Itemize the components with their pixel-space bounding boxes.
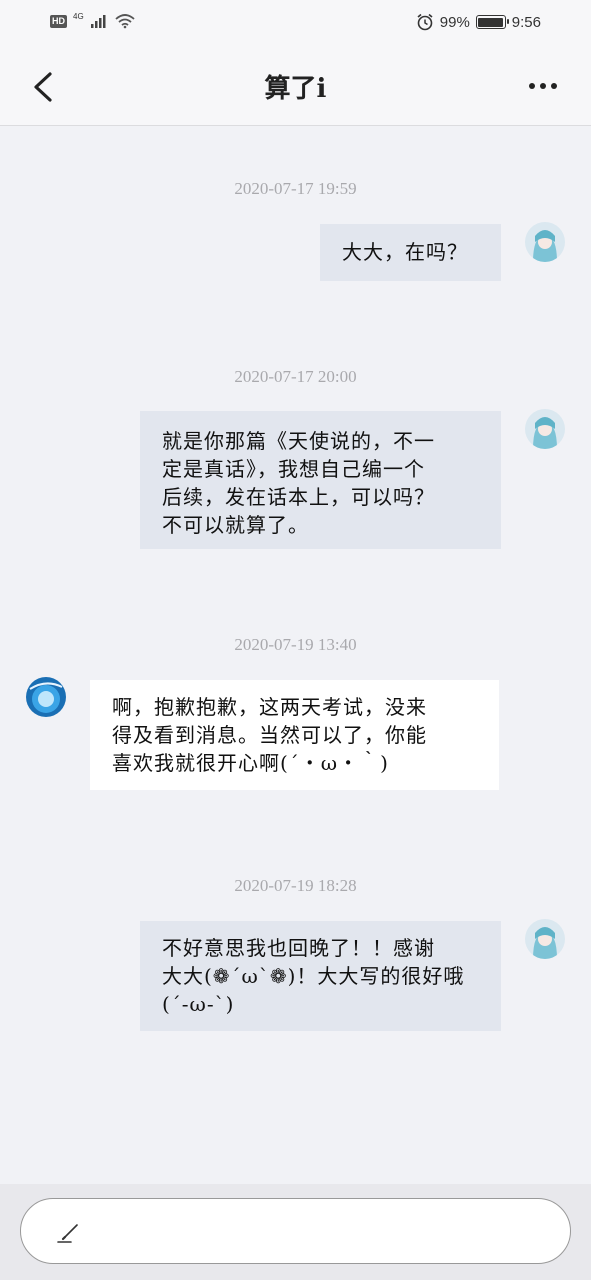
network-type: 4G — [73, 11, 84, 21]
battery-fill — [478, 17, 504, 27]
user-avatar[interactable] — [525, 222, 565, 262]
pen-icon — [57, 1224, 78, 1243]
alarm-clock-icon — [417, 13, 433, 31]
battery-icon — [475, 15, 509, 29]
clock-time: 9:56 — [511, 13, 541, 31]
status-left: HD 4G — [50, 11, 136, 29]
hd-badge: HD — [50, 14, 67, 28]
chat-header: 算了i — [0, 46, 591, 126]
message-input[interactable] — [20, 1198, 571, 1264]
message-bubble-outgoing[interactable]: 大大，在吗？ — [320, 224, 501, 281]
message-bubble-outgoing[interactable]: 不好意思我也回晚了！！感谢 大大(❁´ω`❁)！大大写的很好哦 (´-ω-`) — [140, 921, 501, 1031]
message-bubble-outgoing[interactable]: 就是你那篇《天使说的，不一 定是真话》，我想自己编一个 后续，发在话本上，可以吗… — [140, 411, 501, 549]
page-title: 算了i — [264, 74, 327, 104]
user-avatar[interactable] — [525, 919, 565, 959]
status-right: 99% 9:56 — [416, 13, 541, 31]
status-bar: HD 4G 99% 9:56 — [0, 0, 591, 46]
composer-bar — [0, 1184, 591, 1280]
message-bubble-incoming[interactable]: 啊，抱歉抱歉，这两天考试，没来 得及看到消息。当然可以了，你能 喜欢我就很开心啊… — [90, 680, 499, 790]
user-avatar[interactable] — [525, 409, 565, 449]
signal-icon — [90, 15, 106, 28]
message-timestamp: 2020-07-17 19:59 — [234, 179, 357, 198]
more-dots-icon[interactable] — [527, 76, 561, 96]
battery-percent: 99% — [439, 13, 470, 31]
message-timestamp: 2020-07-19 18:28 — [234, 876, 357, 895]
message-timestamp: 2020-07-19 13:40 — [234, 635, 357, 654]
wifi-icon — [115, 14, 135, 29]
contact-avatar[interactable] — [26, 677, 66, 717]
message-timestamp: 2020-07-17 20:00 — [234, 367, 357, 386]
